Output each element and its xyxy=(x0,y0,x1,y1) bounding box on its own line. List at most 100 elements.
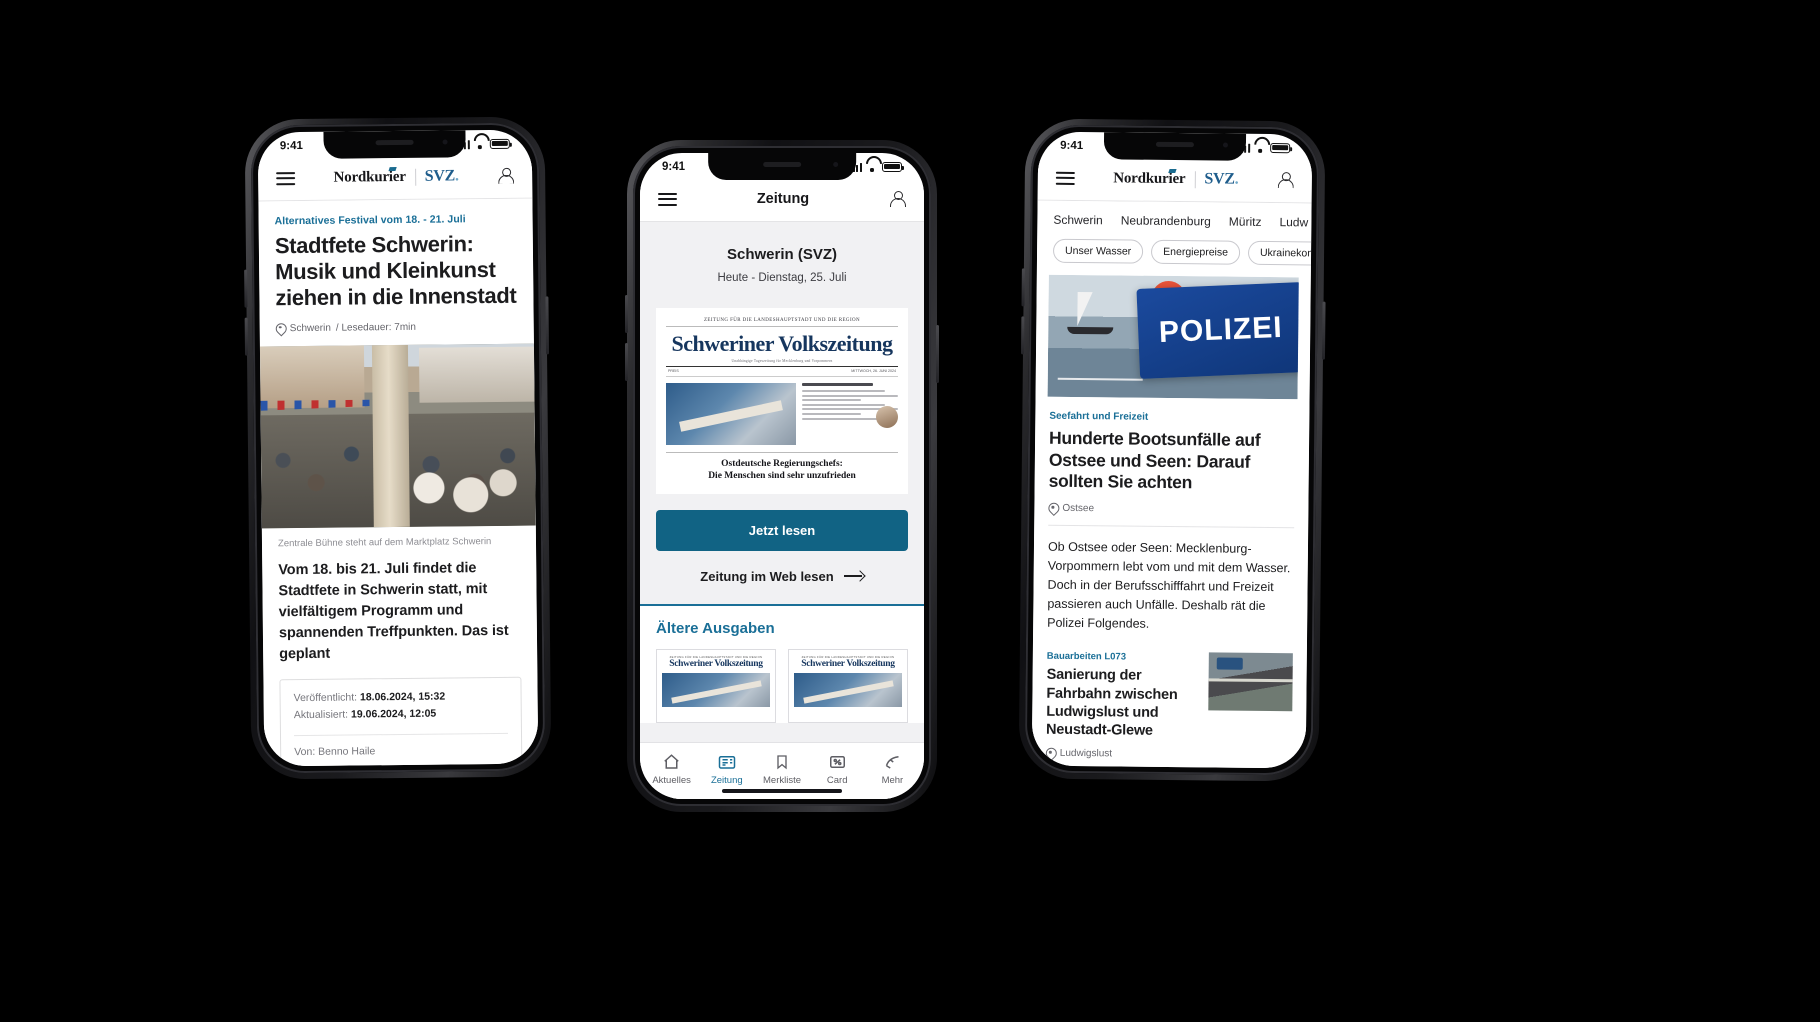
region-item-mueritz[interactable]: Müritz xyxy=(1229,214,1262,228)
tab-mehr[interactable]: Mehr xyxy=(865,751,920,786)
feed-hero-image[interactable]: POLIZEI xyxy=(1047,274,1299,399)
lead-article-kicker[interactable]: Seefahrt und Freizeit xyxy=(1035,396,1309,430)
phone1-app-header: Nordkurier SVZ. xyxy=(257,156,533,202)
second-article-location: Ludwigslust xyxy=(1059,748,1113,760)
older-edition-card[interactable]: ZEITUNG FÜR DIE LANDESHAUPTSTADT UND DIE… xyxy=(788,648,908,723)
battery-icon xyxy=(882,161,905,172)
older-thumbnail xyxy=(794,672,902,707)
location-pin-icon xyxy=(1048,503,1057,514)
phone3-notch xyxy=(1103,132,1247,161)
phone-feed: 9:41 Nordkurier SVZ. Schwerin Neubranden… xyxy=(1018,118,1326,782)
second-article-meta: Ludwigslust xyxy=(1032,739,1306,762)
region-item-schwerin[interactable]: Schwerin xyxy=(1053,212,1103,227)
brand-divider xyxy=(414,168,416,186)
article-kicker[interactable]: Alternatives Festival vom 18. - 21. Juli xyxy=(258,198,532,233)
phone1-content[interactable]: Alternatives Festival vom 18. - 21. Juli… xyxy=(258,198,539,767)
region-item-neubrandenburg[interactable]: Neubrandenburg xyxy=(1121,213,1211,228)
hamburger-icon[interactable] xyxy=(276,168,296,189)
earpiece-speaker xyxy=(1156,141,1195,148)
edition-date: Heute - Dienstag, 25. Juli xyxy=(717,271,847,284)
read-on-web-link[interactable]: Zeitung im Web lesen xyxy=(640,551,924,604)
topic-chip-energiepreise[interactable]: Energiepreise xyxy=(1151,239,1241,265)
home-indicator xyxy=(722,789,842,793)
paper-text-column xyxy=(801,382,898,445)
battery-icon xyxy=(489,138,510,149)
bottom-tab-bar: Aktuelles Zeitung Merkliste Card Mehr xyxy=(640,742,924,799)
older-edition-card[interactable]: ZEITUNG FÜR DIE LANDESHAUPTSTADT UND DIE… xyxy=(656,648,776,723)
lead-article-headline[interactable]: Hunderte Bootsunfälle auf Ostsee und See… xyxy=(1035,427,1310,495)
percent-card-icon xyxy=(810,751,865,772)
front-camera xyxy=(443,139,449,145)
phone1-volume-up-button[interactable] xyxy=(244,269,248,308)
person-icon[interactable] xyxy=(1277,172,1294,189)
phone3-frame: 9:41 Nordkurier SVZ. Schwerin Neubranden… xyxy=(1018,118,1326,782)
paper-title: Schweriner Volkszeitung xyxy=(671,330,893,356)
phone2-volume-up-button[interactable] xyxy=(625,295,628,333)
phone1-frame: 9:41 Nordkurier SVZ. Alternatives Festiv… xyxy=(244,116,552,780)
paper-subtitle: Unabhängige Tageszeitung für Mecklenburg… xyxy=(666,359,898,367)
phone2-volume-down-button[interactable] xyxy=(625,343,628,381)
article-lead-text: Vom 18. bis 21. Juli findet die Stadtfet… xyxy=(278,560,509,663)
earpiece-speaker xyxy=(762,162,801,167)
topic-chips[interactable]: Unser Wasser Energiepreise Ukrainekonfli… xyxy=(1037,235,1312,277)
topic-chip-unser-wasser[interactable]: Unser Wasser xyxy=(1052,238,1144,264)
second-article-thumbnail xyxy=(1208,652,1293,712)
phone2-notch xyxy=(708,153,856,180)
lead-article-location: Ostsee xyxy=(1062,503,1095,515)
brand-divider xyxy=(1194,171,1196,189)
topic-chip-ukrainekonflikt[interactable]: Ukrainekonflikt xyxy=(1247,240,1312,266)
hamburger-icon[interactable] xyxy=(658,189,677,210)
hamburger-icon[interactable] xyxy=(1055,168,1075,189)
phone1-notch xyxy=(323,130,467,159)
second-article-text: Bauarbeiten L073 Sanierung der Fahrbahn … xyxy=(1046,651,1199,741)
status-time: 9:41 xyxy=(662,160,686,173)
front-camera xyxy=(832,162,838,167)
brand-nordkurier-label: Nordkurier xyxy=(333,168,406,186)
location-pin-icon xyxy=(276,323,285,334)
phone-article: 9:41 Nordkurier SVZ. Alternatives Festiv… xyxy=(244,116,552,780)
newspaper-front-page[interactable]: ZEITUNG FÜR DIE LANDESHAUPTSTADT UND DIE… xyxy=(656,307,908,494)
tab-card[interactable]: Card xyxy=(810,751,865,786)
region-nav[interactable]: Schwerin Neubrandenburg Müritz Ludw xyxy=(1037,200,1311,238)
edition-city: Schwerin (SVZ) xyxy=(726,245,838,263)
older-thumbnail xyxy=(662,672,770,707)
phone3-content[interactable]: Schwerin Neubrandenburg Müritz Ludw Unse… xyxy=(1031,200,1312,769)
phone3-app-header: Nordkurier SVZ. xyxy=(1037,158,1313,204)
article-meta: Schwerin / Lesedauer: 7min xyxy=(260,309,534,346)
article-dates: Veröffentlicht: 18.06.2024, 15:32 Aktual… xyxy=(280,678,521,735)
battery-icon xyxy=(1270,142,1291,153)
paper-portrait xyxy=(876,405,898,428)
person-icon[interactable] xyxy=(889,190,907,208)
tab-label: Merkliste xyxy=(763,775,802,786)
phone3-volume-up-button[interactable] xyxy=(1021,268,1025,307)
tab-merkliste[interactable]: Merkliste xyxy=(754,751,809,786)
article-image-caption: Zentrale Bühne steht auf dem Marktplatz … xyxy=(277,535,492,550)
tab-label: Aktuelles xyxy=(652,775,691,786)
status-indicators xyxy=(848,161,905,172)
tab-zeitung[interactable]: Zeitung xyxy=(699,751,754,786)
tab-aktuelles[interactable]: Aktuelles xyxy=(644,751,699,786)
updated-label: Aktualisiert: xyxy=(293,708,349,722)
read-now-button[interactable]: Jetzt lesen xyxy=(656,509,908,551)
sailboat-graphic xyxy=(1063,292,1123,339)
newspaper-icon xyxy=(699,751,754,772)
paper-masthead: ZEITUNG FÜR DIE LANDESHAUPTSTADT UND DIE… xyxy=(666,318,898,367)
updated-value: 19.06.2024, 12:05 xyxy=(350,707,437,721)
region-item-ludwigslust[interactable]: Ludw xyxy=(1279,215,1308,229)
phone2-power-button[interactable] xyxy=(936,325,939,383)
phone3-power-button[interactable] xyxy=(1321,301,1326,360)
paper-lead-headline: Ostdeutsche Regierungschefs: Die Mensche… xyxy=(666,451,898,484)
feed-list-item[interactable]: Bauarbeiten L073 Sanierung der Fahrbahn … xyxy=(1032,647,1307,742)
article-location: Schwerin xyxy=(289,322,331,334)
wifi-icon xyxy=(1254,143,1266,152)
person-icon[interactable] xyxy=(497,168,514,185)
phone1-power-button[interactable] xyxy=(545,296,550,355)
wifi-icon xyxy=(866,163,878,172)
status-time: 9:41 xyxy=(1060,139,1084,152)
article-info-box: Veröffentlicht: 18.06.2024, 15:32 Aktual… xyxy=(279,676,523,767)
phone1-volume-down-button[interactable] xyxy=(244,317,249,356)
phone-newspaper: 9:41 Zeitung Schwerin (SVZ) Heute - Dien… xyxy=(625,140,939,812)
phone2-content[interactable]: Schwerin (SVZ) Heute - Dienstag, 25. Jul… xyxy=(640,221,924,799)
phone3-volume-down-button[interactable] xyxy=(1020,316,1025,355)
brand-logo: Nordkurier SVZ. xyxy=(334,168,459,187)
